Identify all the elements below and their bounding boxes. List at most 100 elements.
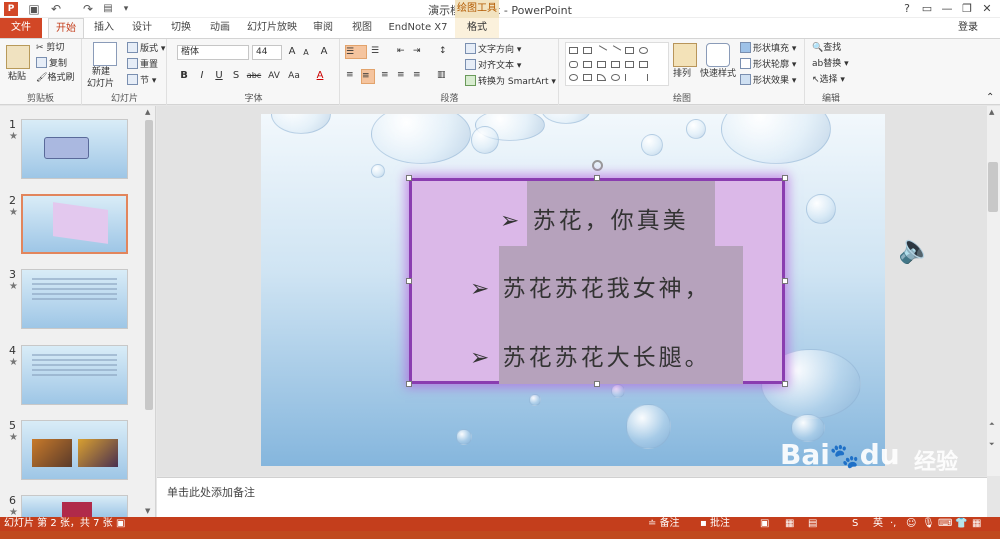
columns-button[interactable]: ▥ xyxy=(437,69,446,82)
new-slide-label[interactable]: 幻灯片 xyxy=(87,78,114,91)
notes-toggle[interactable]: ≐ 备注 xyxy=(648,517,680,531)
textbox-shape-icon[interactable] xyxy=(583,47,592,54)
brace-right-shape-icon[interactable] xyxy=(639,74,648,81)
ime-english-icon[interactable]: 英 xyxy=(873,517,883,531)
elbow-arrow-shape-icon[interactable] xyxy=(611,61,620,68)
curve-shape-icon[interactable] xyxy=(583,74,592,81)
shapes-gallery[interactable] xyxy=(565,42,669,86)
slide-thumbnail-4[interactable] xyxy=(21,345,128,405)
distribute-button[interactable]: ≡ xyxy=(413,69,421,82)
scroll-up-icon[interactable]: ▲ xyxy=(989,108,994,116)
smartart-button[interactable]: 转换为 SmartArt ▾ xyxy=(465,75,556,89)
shadow-button[interactable]: S xyxy=(230,69,242,83)
clear-format-button[interactable]: A xyxy=(318,45,330,59)
current-slide[interactable]: ➢ 苏花，你真美 ➢ 苏花苏花我女神， ➢ 苏花苏花大长腿。 xyxy=(261,114,885,466)
down-arrow-shape-icon[interactable] xyxy=(639,61,648,68)
select-button[interactable]: ↖选择 ▾ xyxy=(812,74,845,87)
resize-handle[interactable] xyxy=(406,175,412,181)
ime-skin-icon[interactable]: 👕 xyxy=(955,517,967,531)
align-center-button[interactable]: ≡ xyxy=(361,69,375,84)
arrow-shape-icon[interactable] xyxy=(609,45,622,56)
elbow-connector-shape-icon[interactable] xyxy=(597,61,606,68)
bullets-button[interactable]: ☰ xyxy=(345,45,367,59)
align-text-button[interactable]: 对齐文本 ▾ xyxy=(465,59,521,73)
selected-textbox[interactable]: ➢ 苏花，你真美 ➢ 苏花苏花我女神， ➢ 苏花苏花大长腿。 xyxy=(409,178,785,384)
tab-view[interactable]: 视图 xyxy=(346,18,378,38)
numbering-button[interactable]: ☰ xyxy=(371,45,379,58)
tab-file[interactable]: 文件 xyxy=(0,18,42,38)
ime-tools-icon[interactable]: ▦ xyxy=(972,517,981,531)
align-right-button[interactable]: ≡ xyxy=(381,69,389,82)
freeform-shape-icon[interactable] xyxy=(569,74,578,81)
resize-handle[interactable] xyxy=(406,381,412,387)
italic-button[interactable]: I xyxy=(196,69,208,83)
tab-review[interactable]: 审阅 xyxy=(308,18,338,38)
new-slide-icon[interactable] xyxy=(93,42,117,66)
right-arrow-shape-icon[interactable] xyxy=(625,61,634,68)
reading-view-icon[interactable]: ▤ xyxy=(808,517,817,531)
char-spacing-button[interactable]: AV xyxy=(266,69,282,83)
slide-thumbnail-1[interactable] xyxy=(21,119,128,179)
font-family-select[interactable]: 楷体 xyxy=(177,45,249,60)
line-spacing-button[interactable]: ↕ xyxy=(439,45,447,58)
grow-font-button[interactable]: A xyxy=(286,45,298,59)
ime-voice-icon[interactable]: 🎙 xyxy=(922,517,935,531)
reset-button[interactable]: 重置 xyxy=(127,58,158,72)
square-shape-icon[interactable] xyxy=(625,47,634,54)
change-case-button[interactable]: Aa xyxy=(286,69,302,83)
ime-punct-icon[interactable]: ·, xyxy=(890,517,896,531)
slide-thumbnail-2[interactable] xyxy=(21,194,128,254)
slide-thumbnail-3[interactable] xyxy=(21,269,128,329)
font-color-button[interactable]: A xyxy=(314,69,326,83)
ime-emoji-icon[interactable]: ☺ xyxy=(906,517,916,531)
oval-shape-icon[interactable] xyxy=(639,47,648,54)
rounded-rect-shape-icon[interactable] xyxy=(569,61,578,68)
resize-handle[interactable] xyxy=(782,175,788,181)
star-shape-icon[interactable] xyxy=(611,74,620,81)
cut-button[interactable]: ✂ 剪切 xyxy=(36,42,64,55)
help-button[interactable]: ? xyxy=(898,1,916,17)
minimize-button[interactable]: — xyxy=(938,1,956,17)
scroll-down-icon[interactable]: ▼ xyxy=(145,507,150,515)
tab-format[interactable]: 格式 xyxy=(455,18,499,38)
text-direction-button[interactable]: 文字方向 ▾ xyxy=(465,43,521,57)
rectangle-shape-icon[interactable] xyxy=(569,47,578,54)
previous-slide-icon[interactable]: ⏶ xyxy=(989,420,995,429)
paste-icon[interactable] xyxy=(6,45,30,69)
resize-handle[interactable] xyxy=(594,175,600,181)
slides-scrollbar[interactable]: ▲ ▼ xyxy=(144,106,155,517)
bullet-line-1[interactable]: ➢ 苏花，你真美 xyxy=(500,201,689,235)
notes-placeholder[interactable]: 单击此处添加备注 xyxy=(167,484,255,500)
increase-indent-button[interactable]: ⇥ xyxy=(413,45,421,58)
replace-button[interactable]: ab替换 ▾ xyxy=(812,58,849,71)
shape-outline-button[interactable]: 形状轮廓 ▾ xyxy=(740,58,796,72)
spellcheck-icon[interactable]: ▣ xyxy=(116,517,125,531)
collapse-ribbon-icon[interactable]: ⌃ xyxy=(986,91,994,104)
rotate-handle-icon[interactable] xyxy=(592,160,603,171)
format-painter-button[interactable]: 🖌格式刷 xyxy=(36,72,74,85)
arc-shape-icon[interactable] xyxy=(597,74,606,81)
slide-thumbnail-6[interactable] xyxy=(21,495,128,517)
resize-handle[interactable] xyxy=(406,278,412,284)
tab-home[interactable]: 开始 xyxy=(48,18,84,39)
arrange-icon[interactable] xyxy=(673,43,697,67)
quick-styles-icon[interactable] xyxy=(706,43,730,67)
normal-view-icon[interactable]: ▣ xyxy=(760,517,769,531)
align-left-button[interactable]: ≡ xyxy=(346,69,354,82)
underline-button[interactable]: U xyxy=(213,69,225,83)
triangle-shape-icon[interactable] xyxy=(583,61,592,68)
justify-button[interactable]: ≡ xyxy=(397,69,405,82)
login-link[interactable]: 登录 xyxy=(958,18,978,38)
copy-button[interactable]: 复制 xyxy=(36,57,67,71)
paste-button[interactable]: 粘贴 xyxy=(8,71,26,84)
shape-effects-button[interactable]: 形状效果 ▾ xyxy=(740,74,796,88)
section-button[interactable]: 节 ▾ xyxy=(127,74,156,88)
editor-scrollbar[interactable]: ▲ ⏶ ⏷ xyxy=(987,106,1000,476)
scroll-up-icon[interactable]: ▲ xyxy=(145,108,150,116)
ime-keyboard-icon[interactable]: ⌨ xyxy=(938,517,952,531)
tab-endnote[interactable]: EndNote X7 xyxy=(386,18,450,38)
line-shape-icon[interactable] xyxy=(595,45,608,56)
slides-scroll-thumb[interactable] xyxy=(145,120,153,410)
shape-fill-button[interactable]: 形状填充 ▾ xyxy=(740,42,796,56)
resize-handle[interactable] xyxy=(782,278,788,284)
